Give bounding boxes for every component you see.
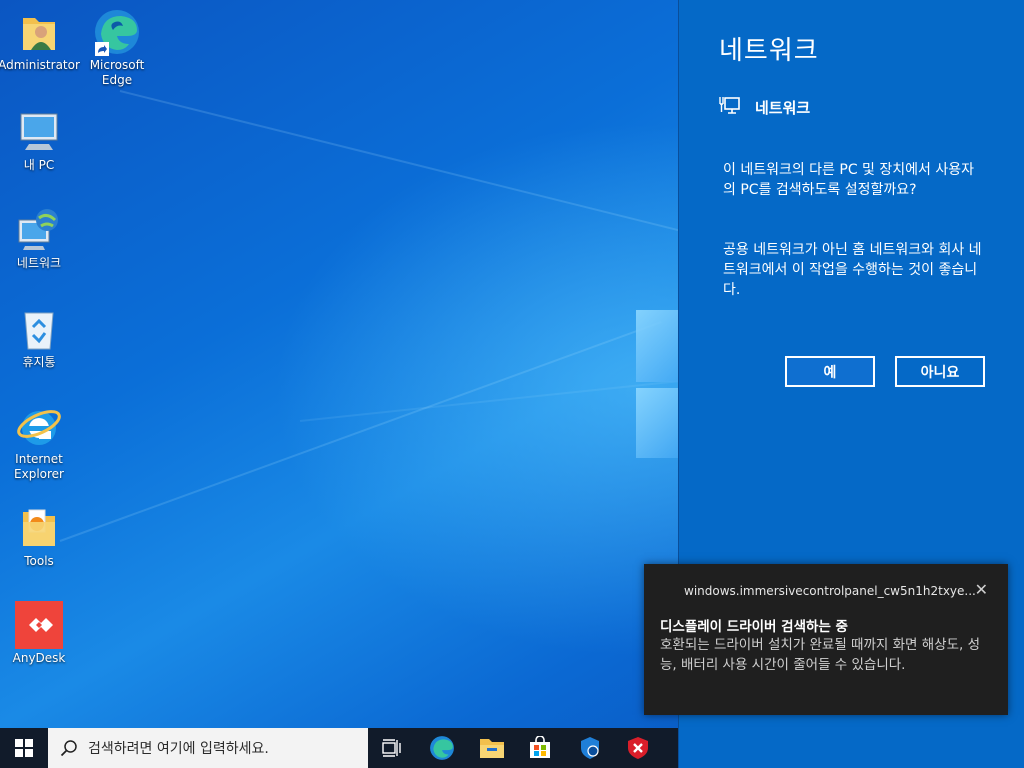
desktop-icon-label: Internet Explorer	[14, 452, 64, 481]
desktop-icon-label: Microsoft Edge	[89, 58, 145, 87]
recycle-bin-icon	[15, 305, 63, 353]
desktop-icon-internet-explorer[interactable]: Internet Explorer	[0, 402, 78, 482]
microsoft-store-icon[interactable]	[516, 728, 564, 768]
tools-folder-icon	[15, 504, 63, 552]
yes-button[interactable]: 예	[785, 356, 875, 387]
taskbar: 검색하려면 여기에 입력하세요.	[0, 728, 678, 768]
antivirus-icon[interactable]	[614, 728, 662, 768]
desktop-icon-label: 내 PC	[23, 158, 55, 172]
toast-notification[interactable]: windows.immersivecontrolpanel_cw5n1h2txy…	[644, 564, 1008, 715]
no-button[interactable]: 아니요	[895, 356, 985, 387]
desktop-icon-tools[interactable]: Tools	[0, 504, 78, 569]
desktop-icon-label: Tools	[24, 554, 54, 568]
desktop-icon-administrator[interactable]: Administrator	[0, 8, 80, 73]
toast-title: 디스플레이 드라이버 검색하는 중	[660, 619, 848, 635]
discovery-advice: 공용 네트워크가 아닌 홈 네트워크와 회사 네트워크에서 이 작업을 수행하는…	[723, 242, 982, 298]
edge-icon	[93, 8, 141, 56]
search-icon	[60, 740, 77, 757]
desktop-icon-label: 네트워크	[16, 256, 62, 270]
network-name: 네트워크	[755, 98, 811, 117]
user-folder-icon	[15, 8, 63, 56]
desktop-icon-edge[interactable]: Microsoft Edge	[78, 8, 156, 88]
shortcut-arrow-icon	[95, 42, 109, 56]
anydesk-icon	[15, 601, 63, 649]
desktop-icon-label: Administrator	[0, 58, 80, 72]
taskbar-search-input[interactable]: 검색하려면 여기에 입력하세요.	[48, 728, 368, 768]
computer-icon	[15, 108, 63, 156]
search-placeholder: 검색하려면 여기에 입력하세요.	[88, 741, 269, 757]
desktop-icon-recycle-bin[interactable]: 휴지통	[0, 305, 78, 370]
start-button[interactable]	[0, 728, 48, 768]
toast-app-name: windows.immersivecontrolpanel_cw5n1h2txy…	[684, 584, 976, 598]
network-icon	[15, 206, 63, 254]
internet-explorer-icon	[15, 402, 63, 450]
discovery-question: 이 네트워크의 다른 PC 및 장치에서 사용자의 PC를 검색하도록 설정할까…	[723, 162, 974, 198]
flyout-title: 네트워크	[719, 36, 819, 66]
network-entry: 네트워크	[719, 94, 810, 120]
desktop-icon-network[interactable]: 네트워크	[0, 206, 78, 271]
security-shield-icon[interactable]	[566, 728, 614, 768]
windows-logo-icon	[15, 739, 33, 757]
close-icon[interactable]: ✕	[975, 580, 988, 599]
ethernet-icon	[719, 94, 741, 120]
toast-body: 호환되는 드라이버 설치가 완료될 때까지 화면 해상도, 성능, 배터리 사용…	[660, 637, 980, 673]
desktop-icon-this-pc[interactable]: 내 PC	[0, 108, 78, 173]
edge-icon[interactable]	[418, 728, 466, 768]
desktop-icon-label: 휴지통	[22, 355, 56, 369]
desktop-icon-label: AnyDesk	[12, 651, 66, 665]
file-explorer-icon[interactable]	[468, 728, 516, 768]
desktop-icon-anydesk[interactable]: AnyDesk	[0, 601, 78, 666]
task-view-icon[interactable]	[368, 728, 416, 768]
